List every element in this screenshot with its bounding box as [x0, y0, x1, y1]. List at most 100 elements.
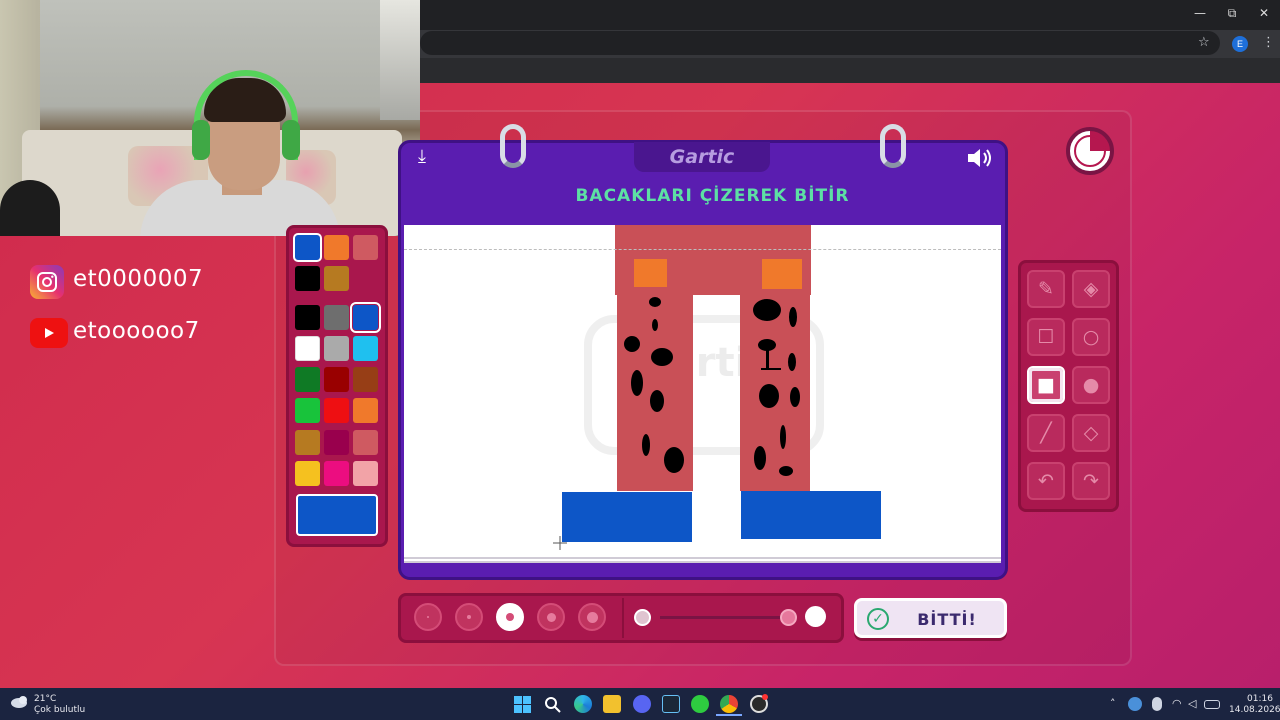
headset-earcup	[192, 120, 210, 160]
color-swatch[interactable]	[295, 398, 320, 423]
line-tool-button[interactable]: ╱	[1027, 414, 1065, 452]
minimize-icon[interactable]: —	[1190, 6, 1210, 20]
edge-browser-icon[interactable]	[574, 695, 592, 713]
tray-app-icon[interactable]	[1128, 697, 1142, 711]
profile-avatar[interactable]: E	[1232, 36, 1248, 52]
undo-tool-button[interactable]: ↶	[1027, 462, 1065, 500]
color-swatch[interactable]	[293, 233, 322, 262]
color-swatch[interactable]	[353, 367, 378, 392]
opacity-slider-thumb[interactable]	[780, 609, 797, 626]
canvas-guide-line	[404, 249, 1001, 250]
volume-icon[interactable]: ◁	[1188, 697, 1196, 710]
app-green-icon[interactable]	[691, 695, 709, 713]
brush-size-button[interactable]	[537, 603, 565, 631]
clock-time[interactable]: 01:16	[1247, 694, 1273, 704]
redo-icon: ↷	[1083, 470, 1099, 492]
color-swatch[interactable]	[324, 430, 349, 455]
brush-size-button[interactable]	[578, 603, 606, 631]
timer-dial	[1074, 135, 1106, 167]
download-icon[interactable]: ⤓	[418, 146, 426, 167]
recording-badge	[762, 694, 768, 700]
drawing-canvas[interactable]: Gartic	[404, 225, 1001, 563]
brush-size-dot	[586, 611, 598, 623]
color-swatch[interactable]	[324, 398, 349, 423]
wifi-icon[interactable]: ◠	[1172, 697, 1182, 710]
windows-start-icon[interactable]	[514, 696, 531, 713]
rectangle-filled-tool-button[interactable]: ■	[1027, 366, 1065, 404]
bookmark-star-icon[interactable]: ☆	[1198, 35, 1210, 50]
ellipse-filled-tool-button[interactable]: ●	[1072, 366, 1110, 404]
fill-bucket-tool-button[interactable]: ◇	[1072, 414, 1110, 452]
done-button-label: BİTTİ!	[917, 610, 977, 629]
battery-icon[interactable]	[1204, 700, 1220, 709]
close-icon[interactable]: ✕	[1254, 6, 1274, 20]
color-swatch[interactable]	[295, 367, 320, 392]
color-swatch[interactable]	[324, 235, 349, 260]
binder-ring	[880, 124, 906, 168]
webcam-overlay	[0, 0, 420, 236]
instagram-icon	[30, 265, 64, 299]
file-explorer-icon[interactable]	[603, 695, 621, 713]
headset-earcup	[282, 120, 300, 160]
brush-size-button[interactable]	[414, 603, 442, 631]
opacity-max-icon[interactable]	[805, 606, 826, 627]
brush-size-dot	[506, 613, 514, 621]
color-swatch[interactable]	[324, 336, 349, 361]
color-swatch[interactable]	[350, 302, 381, 333]
rectangle-outline-tool-button[interactable]: ☐	[1027, 318, 1065, 356]
weather-temperature: 21°C	[34, 694, 57, 704]
pencil-tool-button[interactable]: ✎	[1027, 270, 1065, 308]
ellipse-filled-icon: ●	[1082, 374, 1100, 396]
color-swatch[interactable]	[353, 336, 378, 361]
brush-size-dot	[546, 612, 556, 622]
search-icon[interactable]	[544, 696, 561, 713]
color-swatch[interactable]	[353, 398, 378, 423]
current-color-swatch	[296, 494, 378, 536]
color-swatch[interactable]	[324, 367, 349, 392]
color-swatch[interactable]	[295, 336, 320, 361]
webcam-window	[380, 0, 420, 120]
color-swatch[interactable]	[353, 430, 378, 455]
webcam-chair	[0, 180, 60, 236]
youtube-icon	[30, 318, 68, 348]
color-swatch[interactable]	[324, 266, 349, 291]
color-swatch[interactable]	[295, 266, 320, 291]
color-swatch[interactable]	[295, 305, 320, 330]
youtube-handle: etoooooo7	[73, 318, 200, 344]
clock-date[interactable]: 14.08.2026	[1229, 705, 1280, 715]
opacity-min-icon[interactable]	[634, 609, 651, 626]
steam-icon[interactable]	[662, 695, 680, 713]
color-swatch[interactable]	[295, 461, 320, 486]
tray-chevron-icon[interactable]: ˄	[1110, 697, 1116, 710]
done-button[interactable]: ✓ BİTTİ!	[854, 598, 1007, 638]
line-icon: ╱	[1040, 422, 1052, 444]
eraser-icon: ◈	[1083, 278, 1099, 300]
color-swatch[interactable]	[353, 461, 378, 486]
eraser-tool-button[interactable]: ◈	[1072, 270, 1110, 308]
color-swatch[interactable]	[353, 235, 378, 260]
color-swatch[interactable]	[295, 430, 320, 455]
brush-size-dot	[427, 616, 429, 618]
opacity-slider-track[interactable]	[660, 616, 790, 619]
active-app-indicator	[716, 714, 742, 716]
address-bar[interactable]	[420, 31, 1220, 55]
sizebar-divider	[622, 598, 624, 638]
fill-bucket-icon: ◇	[1083, 422, 1099, 444]
discord-icon[interactable]	[633, 695, 651, 713]
check-icon: ✓	[867, 608, 889, 630]
ellipse-outline-tool-button[interactable]: ○	[1072, 318, 1110, 356]
sound-icon[interactable]	[966, 146, 994, 170]
color-swatch[interactable]	[324, 461, 349, 486]
redo-tool-button[interactable]: ↷	[1072, 462, 1110, 500]
microphone-icon[interactable]	[1152, 697, 1162, 711]
browser-menu-icon[interactable]: ⋮	[1262, 35, 1275, 50]
task-title: BACAKLARI ÇİZEREK BİTİR	[575, 186, 850, 206]
chrome-icon[interactable]	[720, 695, 738, 713]
color-swatch[interactable]	[324, 305, 349, 330]
restore-icon[interactable]: ⧉	[1222, 6, 1242, 21]
binder-ring	[500, 124, 526, 168]
brush-size-button[interactable]	[496, 603, 524, 631]
brush-size-dot	[467, 615, 471, 619]
brush-size-button[interactable]	[455, 603, 483, 631]
weather-icon[interactable]	[10, 694, 30, 708]
